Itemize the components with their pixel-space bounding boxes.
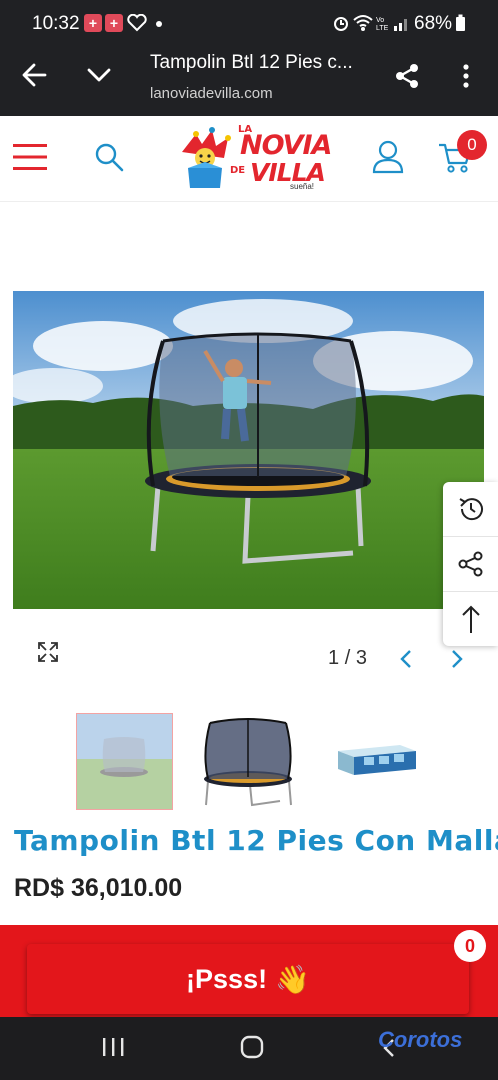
- cart-count-badge[interactable]: 0: [457, 130, 487, 160]
- signal-icon: [394, 19, 407, 31]
- page-title[interactable]: Tampolin Btl 12 Pies c...: [150, 52, 353, 74]
- arrow-up-icon: [461, 605, 480, 633]
- notification-red-icon: +: [105, 14, 123, 32]
- gallery-thumbnail-1[interactable]: [76, 713, 173, 810]
- history-button[interactable]: [443, 482, 498, 536]
- user-account-icon[interactable]: [372, 140, 404, 174]
- alarm-icon: [334, 17, 348, 31]
- wave-hand-icon: 👋: [275, 963, 310, 995]
- thumbnail-image: [77, 714, 172, 809]
- chevron-left-icon[interactable]: [399, 649, 413, 669]
- gallery-thumbnail-3[interactable]: [324, 713, 421, 810]
- psss-label: ¡Psss!: [186, 963, 268, 994]
- product-price: RD$ 36,010.00: [14, 874, 183, 902]
- status-time: 10:32: [32, 13, 80, 34]
- site-logo[interactable]: LA NOVIA DE VILLA sueña!: [178, 124, 332, 194]
- more-options-icon[interactable]: [458, 63, 474, 89]
- product-main-image[interactable]: [13, 291, 484, 609]
- notification-red-icon: +: [84, 14, 102, 32]
- gallery-pager: 1 / 3: [328, 647, 367, 670]
- product-title: Tampolin Btl 12 Pies Con Malla: [14, 824, 498, 857]
- share-icon[interactable]: [393, 62, 421, 90]
- pager-separator: /: [344, 647, 351, 669]
- recent-apps-icon[interactable]: [101, 1037, 125, 1057]
- history-icon: [458, 498, 483, 521]
- status-bar: 10:32 + + Vo LTE 68%: [0, 0, 498, 48]
- pager-current: 1: [328, 647, 340, 669]
- menu-icon[interactable]: [13, 143, 47, 171]
- chevron-down-icon[interactable]: [86, 64, 112, 86]
- back-arrow-icon[interactable]: [21, 62, 47, 88]
- url-domain[interactable]: lanoviadevilla.com: [150, 85, 273, 102]
- share-page-button[interactable]: [443, 537, 498, 591]
- corotos-watermark: Corotos: [378, 1027, 463, 1052]
- expand-icon[interactable]: [37, 641, 59, 663]
- trampoline-photo: [13, 291, 484, 609]
- thumbnail-image: [204, 718, 292, 807]
- logo-line-novia: NOVIA: [240, 130, 332, 161]
- search-icon[interactable]: [94, 142, 124, 172]
- home-icon[interactable]: [240, 1035, 264, 1059]
- logo-line-suena: sueña!: [290, 182, 315, 191]
- dot-icon: [156, 21, 162, 27]
- svg-text:Vo: Vo: [376, 17, 384, 24]
- pager-total: 3: [355, 647, 367, 669]
- battery-icon: [456, 14, 465, 31]
- scroll-top-button[interactable]: [443, 592, 498, 646]
- browser-chrome: 10:32 + + Vo LTE 68% Tampolin Btl 12 Pies…: [0, 0, 498, 116]
- logo-line-de: DE: [230, 165, 246, 176]
- wifi-icon: [353, 15, 373, 31]
- thumbnail-image: [338, 745, 416, 775]
- heart-signal-icon: [127, 14, 147, 32]
- volte-icon: VoLTE: [376, 17, 389, 32]
- promo-badge[interactable]: 0: [454, 930, 486, 962]
- chevron-right-icon[interactable]: [450, 649, 464, 669]
- gallery-thumbnail-2[interactable]: [200, 713, 297, 810]
- side-tools-panel: [443, 482, 498, 646]
- psss-button[interactable]: ¡Psss! 👋: [27, 944, 469, 1014]
- svg-text:LTE: LTE: [376, 25, 389, 32]
- battery-level: 68%: [414, 13, 453, 34]
- share-icon: [458, 551, 482, 577]
